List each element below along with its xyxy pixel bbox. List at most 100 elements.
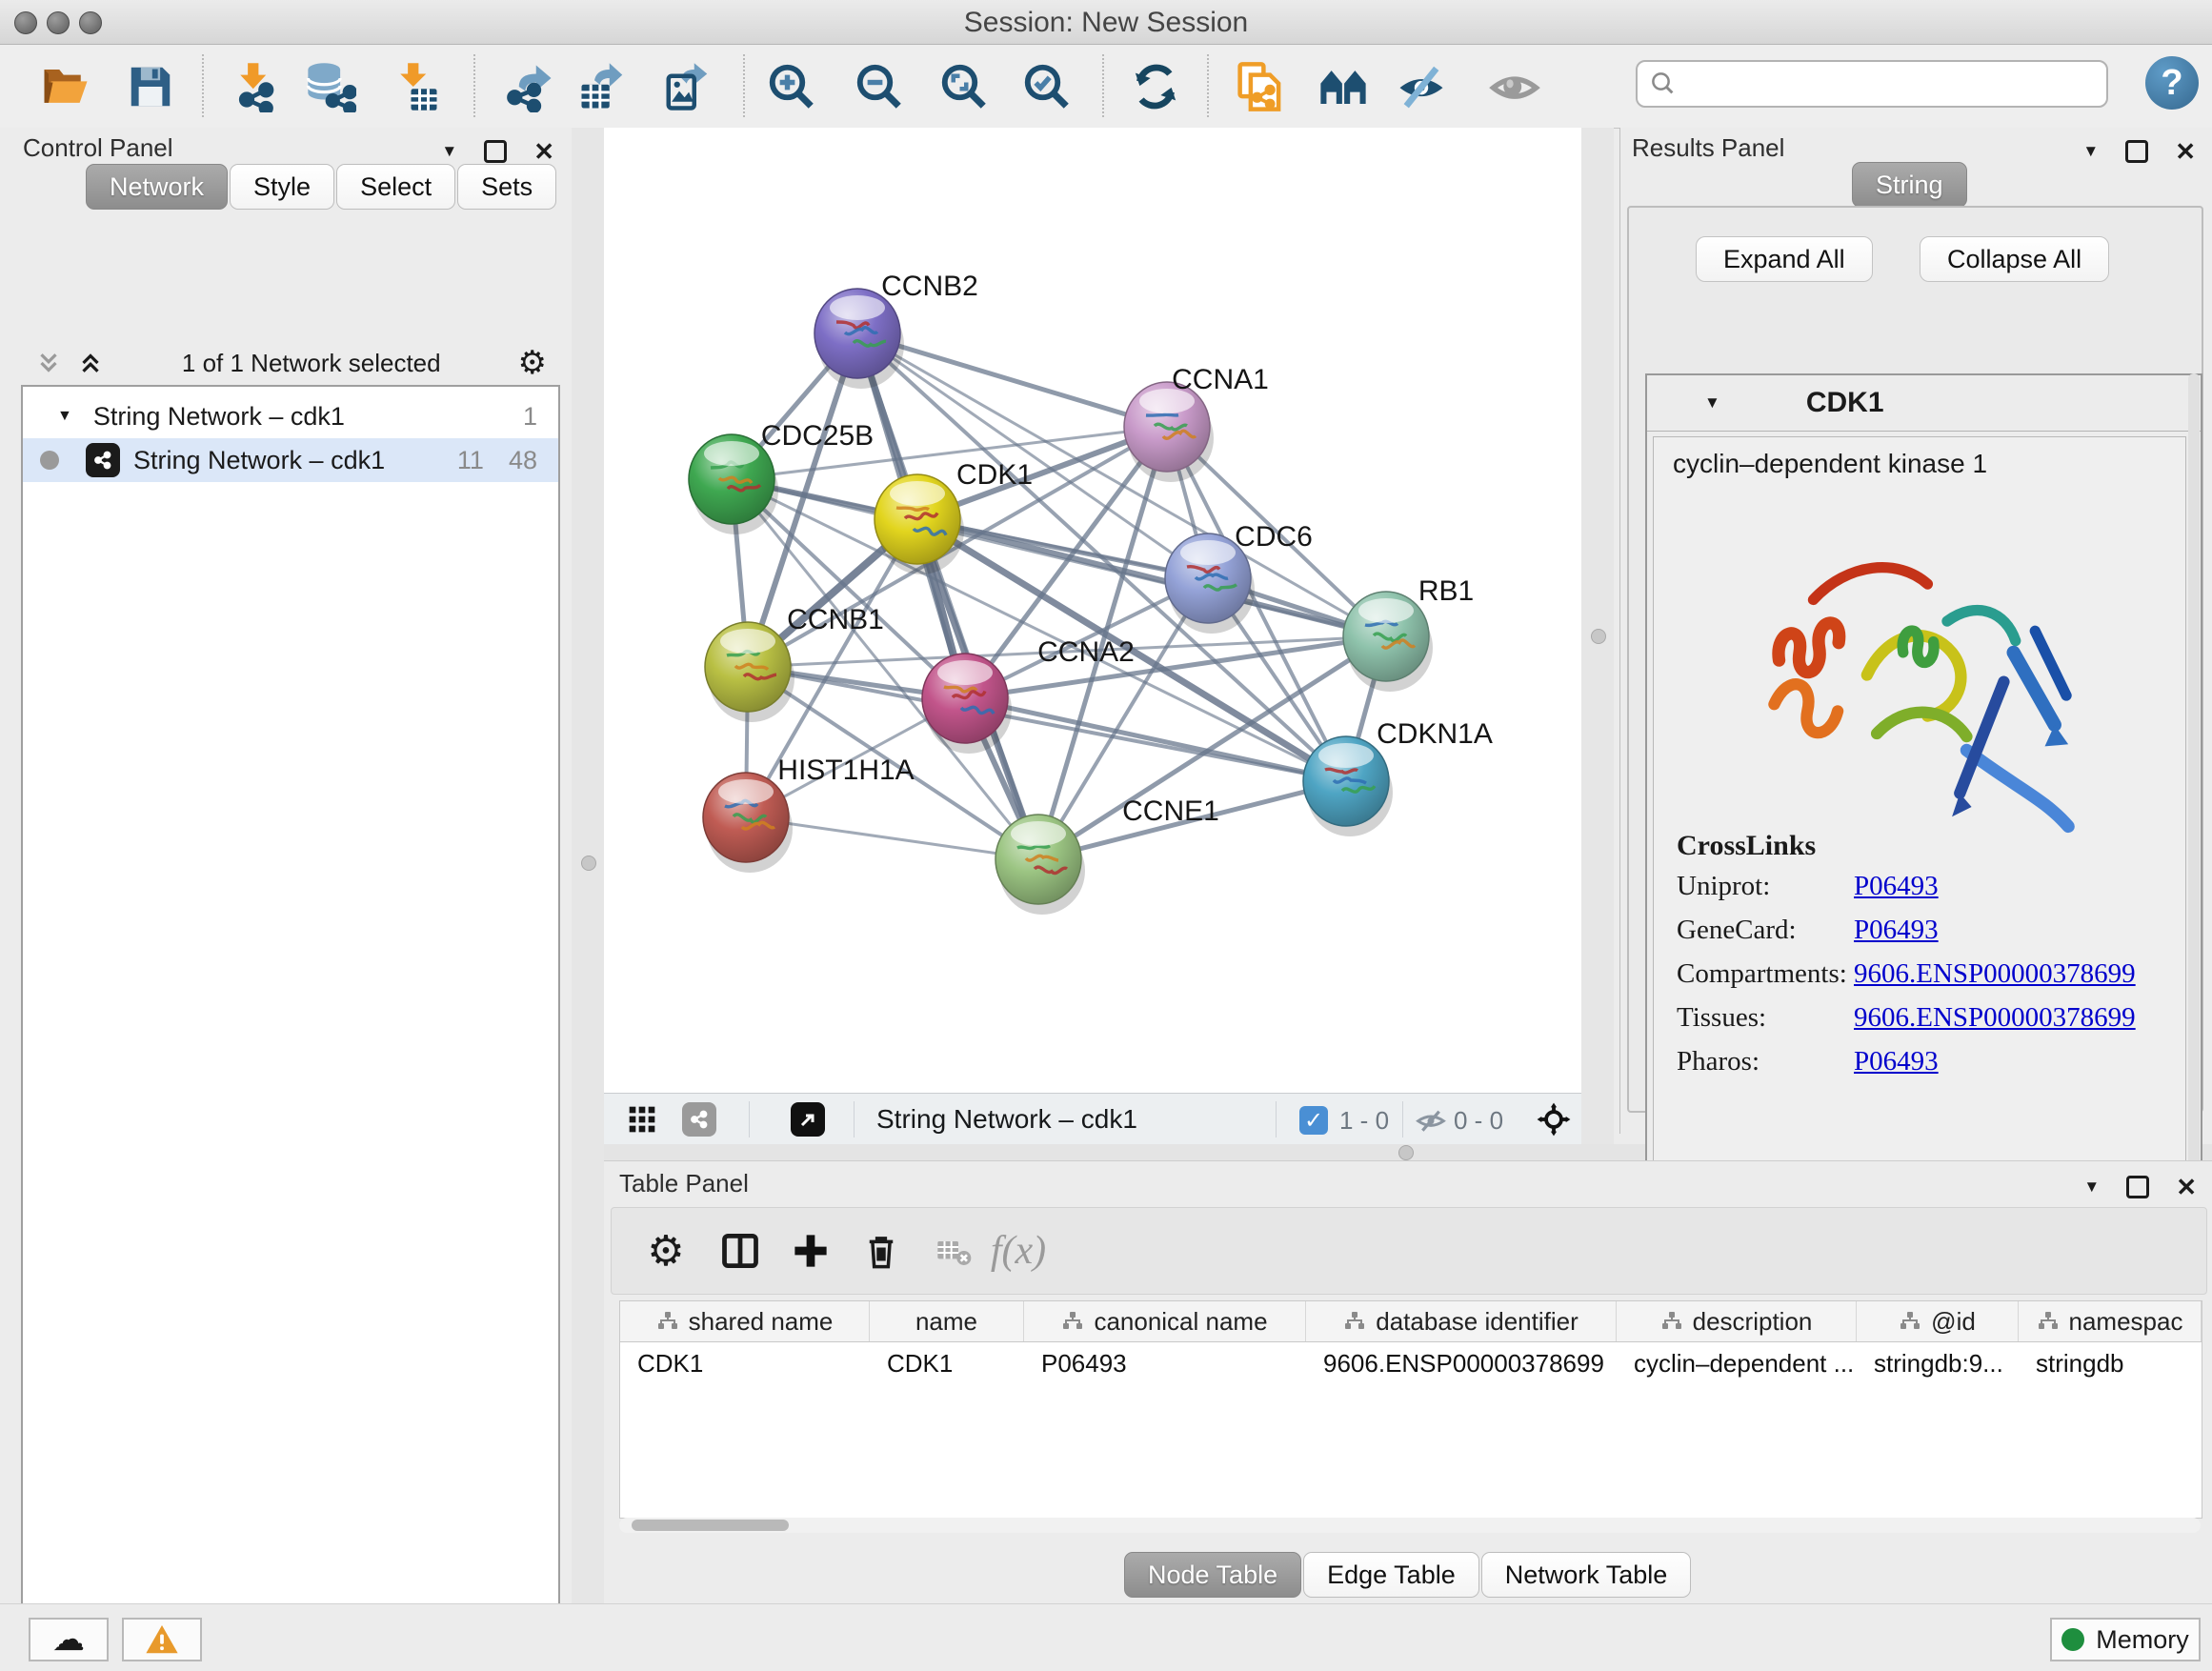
network-view-icon[interactable] — [682, 1102, 716, 1137]
node-CCNB2[interactable] — [814, 289, 904, 389]
column-header-shared-name[interactable]: shared name — [620, 1301, 870, 1341]
tree-expand-icon[interactable]: ▼ — [57, 408, 72, 425]
tab-string[interactable]: String — [1852, 162, 1967, 208]
table-cell[interactable]: stringdb:9... — [1857, 1342, 2019, 1384]
network-row-selected[interactable]: String Network – cdk1 11 48 — [23, 438, 558, 482]
delete-column-icon[interactable] — [854, 1223, 909, 1278]
import-network-from-database-button[interactable] — [302, 58, 359, 115]
table-cell[interactable]: stringdb — [2019, 1342, 2202, 1384]
column-header-@id[interactable]: @id — [1857, 1301, 2019, 1341]
table-horizontal-scrollbar[interactable] — [619, 1518, 2201, 1533]
clone-network-button[interactable] — [1232, 58, 1289, 115]
table-cell[interactable]: 9606.ENSP00000378699 — [1306, 1342, 1617, 1384]
tab-sets[interactable]: Sets — [457, 164, 556, 210]
grid-mode-icon[interactable] — [627, 1104, 657, 1139]
apply-layout-button[interactable] — [1127, 58, 1184, 115]
protein-structure-image — [1720, 504, 2101, 885]
zoom-fit-button[interactable] — [935, 58, 993, 115]
gene-header-row[interactable]: ▼ CDK1 — [1647, 375, 2201, 432]
results-panel: Results Panel ▼ ✕ String Expand All Coll… — [1619, 128, 2212, 1134]
panel-float-icon[interactable] — [2126, 1176, 2149, 1198]
panel-menu-icon[interactable]: ▼ — [2083, 1178, 2100, 1197]
zoom-selected-button[interactable] — [1018, 58, 1076, 115]
expand-all-button[interactable]: Expand All — [1696, 236, 1873, 282]
section-collapse-icon[interactable]: ▼ — [1704, 393, 1720, 413]
panel-close-icon[interactable]: ✕ — [533, 139, 554, 164]
column-header-name[interactable]: name — [870, 1301, 1024, 1341]
birdseye-icon[interactable] — [1536, 1101, 1572, 1142]
hide-selected-button[interactable] — [1393, 58, 1450, 115]
crosslink-value-link[interactable]: P06493 — [1854, 915, 1939, 945]
tab-select[interactable]: Select — [336, 164, 455, 210]
table-gear-icon[interactable]: ⚙ — [638, 1223, 694, 1278]
collapse-all-button[interactable]: Collapse All — [1920, 236, 2109, 282]
gear-icon[interactable]: ⚙ — [518, 347, 547, 379]
show-all-button[interactable] — [1486, 58, 1543, 115]
column-header-canonical-name[interactable]: canonical name — [1024, 1301, 1306, 1341]
help-button[interactable]: ? — [2145, 56, 2199, 110]
panel-menu-icon[interactable]: ▼ — [2082, 142, 2099, 161]
tab-network-table[interactable]: Network Table — [1481, 1552, 1692, 1598]
zoom-in-button[interactable] — [763, 58, 820, 115]
crosslink-row: GeneCard:P06493 — [1677, 915, 1939, 946]
network-graph[interactable]: CCNB2CCNA1CDC25BCDK1CDC6RB1CCNB1CCNA2CDK… — [604, 128, 1581, 1093]
crosslink-value-link[interactable]: P06493 — [1854, 1046, 1939, 1077]
export-table-button[interactable] — [574, 58, 632, 115]
show-columns-icon[interactable] — [713, 1223, 768, 1278]
warning-icon — [144, 1621, 180, 1658]
add-column-icon[interactable] — [783, 1223, 838, 1278]
column-label: @id — [1931, 1307, 1976, 1337]
table-cell[interactable]: P06493 — [1024, 1342, 1306, 1384]
expand-all-icon[interactable] — [76, 349, 105, 377]
warnings-button[interactable] — [122, 1618, 202, 1661]
export-network-button[interactable] — [501, 58, 558, 115]
tab-style[interactable]: Style — [230, 164, 334, 210]
network-collection-row[interactable]: ▼ String Network – cdk1 1 — [23, 394, 558, 438]
import-table-button[interactable] — [387, 58, 444, 115]
search-input[interactable] — [1678, 69, 2081, 100]
panel-close-icon[interactable]: ✕ — [2175, 139, 2196, 164]
node-CCNA2[interactable] — [922, 654, 1012, 754]
tab-network[interactable]: Network — [86, 164, 228, 210]
node-CCNE1[interactable] — [995, 815, 1085, 915]
zoom-out-button[interactable] — [851, 58, 908, 115]
toolbar-separator — [1207, 54, 1209, 117]
node-CDKN1A[interactable] — [1303, 736, 1393, 836]
table-cell[interactable]: CDK1 — [870, 1342, 1024, 1384]
panel-menu-icon[interactable]: ▼ — [441, 142, 457, 161]
save-session-button[interactable] — [122, 58, 179, 115]
left-splitter[interactable] — [572, 128, 604, 1603]
node-HIST1H1A[interactable] — [703, 773, 793, 873]
collapse-all-icon[interactable] — [34, 349, 63, 377]
table-cell[interactable]: cyclin–dependent ... — [1617, 1342, 1857, 1384]
memory-button[interactable]: Memory — [2050, 1618, 2201, 1661]
right-splitter[interactable] — [1581, 128, 1614, 1160]
panel-float-icon[interactable] — [484, 140, 507, 163]
crosslink-value-link[interactable]: 9606.ENSP00000378699 — [1854, 958, 2136, 989]
shared-column-icon — [1343, 1310, 1366, 1333]
selected-indicator-checkbox[interactable]: ✓ — [1299, 1106, 1328, 1135]
cloud-button[interactable]: ☁ — [29, 1618, 109, 1661]
network-canvas[interactable]: CCNB2CCNA1CDC25BCDK1CDC6RB1CCNB1CCNA2CDK… — [604, 128, 1581, 1093]
node-CDK1[interactable] — [875, 474, 964, 574]
column-header-database-identifier[interactable]: database identifier — [1306, 1301, 1617, 1341]
export-image-button[interactable] — [659, 58, 716, 115]
table-type-tabs: Node TableEdge TableNetwork Table — [1124, 1552, 1691, 1598]
edge-count: 48 — [509, 446, 537, 475]
open-session-button[interactable] — [37, 58, 94, 115]
table-row[interactable]: CDK1CDK1P064939606.ENSP00000378699cyclin… — [620, 1342, 2202, 1384]
first-neighbors-button[interactable] — [1315, 58, 1372, 115]
crosslink-value-link[interactable]: P06493 — [1854, 871, 1939, 901]
panel-float-icon[interactable] — [2125, 140, 2148, 163]
table-cell[interactable]: CDK1 — [620, 1342, 870, 1384]
crosslink-value-link[interactable]: 9606.ENSP00000378699 — [1854, 1002, 2136, 1033]
panel-close-icon[interactable]: ✕ — [2176, 1175, 2197, 1199]
column-header-description[interactable]: description — [1617, 1301, 1857, 1341]
column-header-namespac[interactable]: namespac — [2019, 1301, 2202, 1341]
detach-view-icon[interactable] — [791, 1102, 825, 1137]
network-view-title: String Network – cdk1 — [876, 1104, 1137, 1135]
import-network-button[interactable] — [227, 58, 284, 115]
results-scrollbar[interactable] — [2188, 373, 2200, 1179]
tab-node-table[interactable]: Node Table — [1124, 1552, 1301, 1598]
tab-edge-table[interactable]: Edge Table — [1303, 1552, 1479, 1598]
